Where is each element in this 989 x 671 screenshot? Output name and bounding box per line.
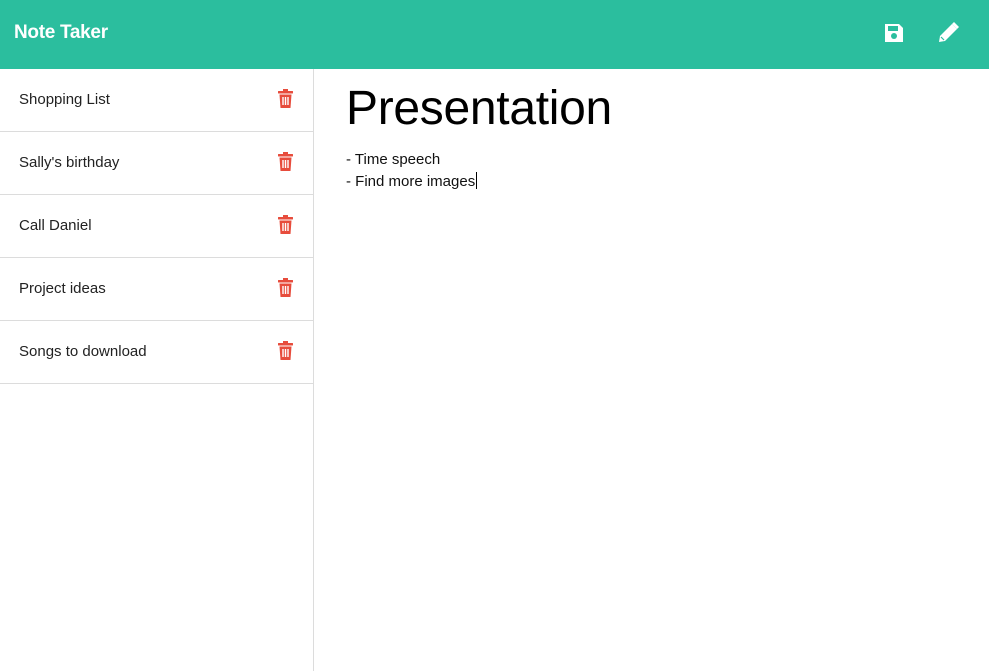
- trash-icon[interactable]: [277, 341, 294, 360]
- list-item-label: Songs to download: [19, 343, 147, 360]
- note-list: Shopping List Sally's birthday Call Dani…: [0, 69, 314, 671]
- list-item-label: Sally's birthday: [19, 154, 120, 171]
- note-line: - Time speech: [346, 151, 441, 168]
- text-caret: [476, 172, 478, 189]
- list-item[interactable]: Call Daniel: [0, 195, 313, 258]
- list-item[interactable]: Shopping List: [0, 69, 313, 132]
- list-item[interactable]: Sally's birthday: [0, 132, 313, 195]
- pencil-icon[interactable]: [935, 20, 961, 46]
- list-item-label: Project ideas: [19, 280, 106, 297]
- trash-icon[interactable]: [277, 278, 294, 297]
- note-line-wrapper: - Find more images: [346, 171, 946, 193]
- note-title-input[interactable]: Presentation: [346, 81, 612, 136]
- note-text-area[interactable]: - Time speech - Find more images: [346, 149, 946, 193]
- list-item[interactable]: Project ideas: [0, 258, 313, 321]
- trash-icon[interactable]: [277, 89, 294, 108]
- save-icon[interactable]: [881, 20, 907, 46]
- trash-icon[interactable]: [277, 215, 294, 234]
- list-item-label: Shopping List: [19, 91, 110, 108]
- list-item[interactable]: Songs to download: [0, 321, 313, 384]
- list-item-label: Call Daniel: [19, 217, 92, 234]
- note-line: - Find more images: [346, 173, 476, 190]
- trash-icon[interactable]: [277, 152, 294, 171]
- note-editor: Presentation - Time speech - Find more i…: [314, 69, 989, 671]
- brand-title[interactable]: Note Taker: [14, 22, 108, 44]
- navbar: Note Taker: [0, 0, 989, 69]
